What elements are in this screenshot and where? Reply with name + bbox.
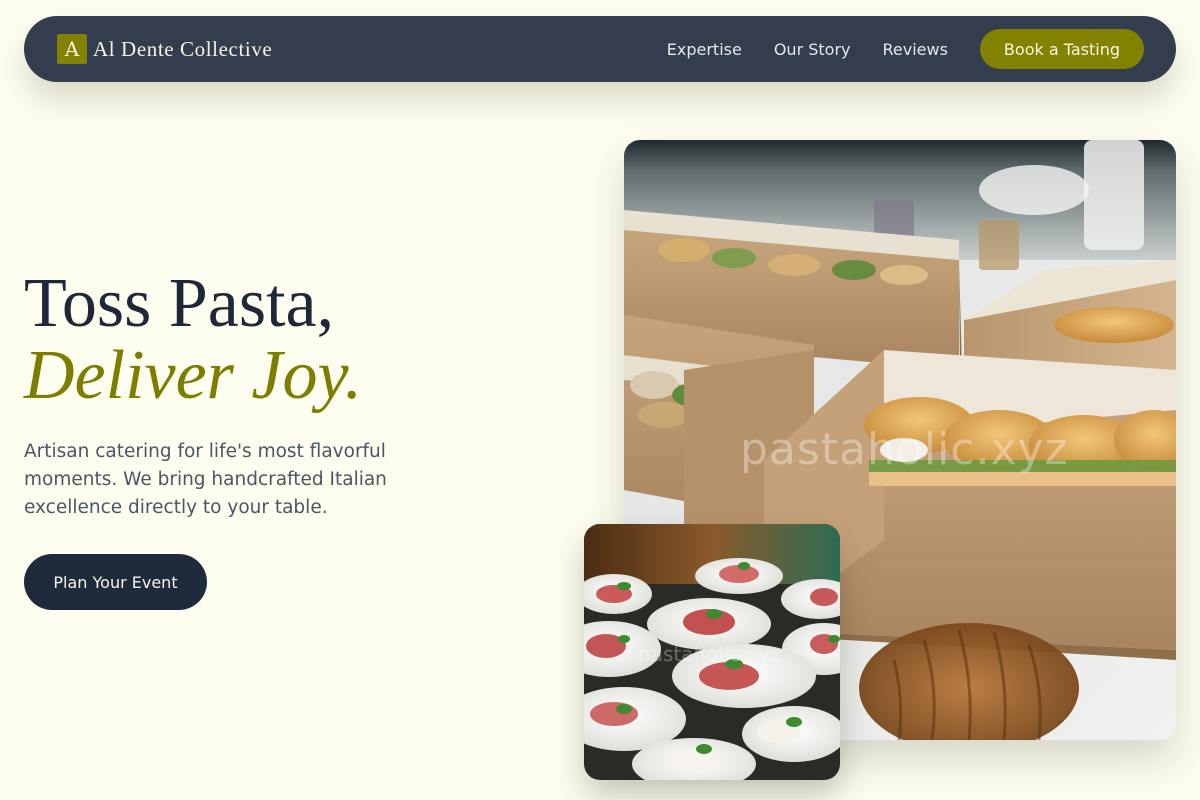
nav-link-expertise[interactable]: Expertise — [667, 40, 742, 59]
nav-link-our-story[interactable]: Our Story — [774, 40, 851, 59]
hero-subtitle: Artisan catering for life's most flavorf… — [24, 441, 387, 518]
book-tasting-button[interactable]: Book a Tasting — [979, 29, 1144, 69]
hero-title-line2: Deliver Joy. — [24, 337, 363, 414]
small-image-watermark: pastaholic.xyz — [638, 642, 782, 666]
nav-link-reviews[interactable]: Reviews — [883, 40, 948, 59]
appetizer-plates-image: pastaholic.xyz — [584, 524, 840, 780]
brand-mark-icon: A — [57, 34, 87, 64]
nav-menu: Expertise Our Story Reviews Book a Tasti… — [667, 29, 1144, 69]
plan-event-button[interactable]: Plan Your Event — [24, 554, 207, 610]
top-navbar: A Al Dente Collective Expertise Our Stor… — [24, 16, 1176, 82]
page: A Al Dente Collective Expertise Our Stor… — [0, 0, 1200, 800]
hero-title: Toss Pasta, Deliver Joy. — [24, 268, 362, 412]
brand-name: Al Dente Collective — [93, 36, 273, 61]
main-image-watermark: pastaholic.xyz — [740, 424, 1069, 475]
hero-title-line1: Toss Pasta, — [24, 265, 335, 342]
brand-logo[interactable]: A Al Dente Collective — [57, 34, 272, 64]
